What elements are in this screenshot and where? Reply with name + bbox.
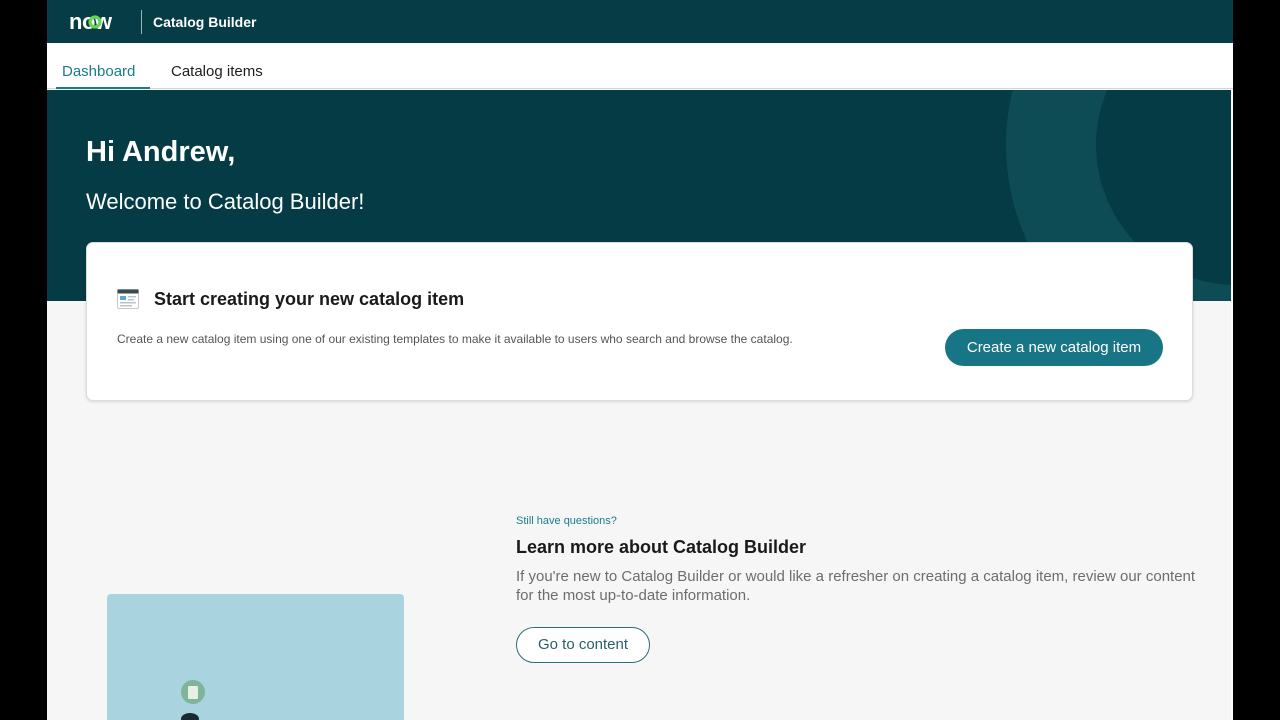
greeting-heading: Hi Andrew, xyxy=(86,136,236,168)
create-catalog-item-button[interactable]: Create a new catalog item xyxy=(945,329,1163,366)
catalog-item-icon xyxy=(117,288,139,315)
welcome-text: Welcome to Catalog Builder! xyxy=(86,189,365,214)
learn-more-description: If you're new to Catalog Builder or woul… xyxy=(516,568,1196,604)
tab-catalog-items[interactable]: Catalog items xyxy=(171,43,263,88)
top-header: now Catalog Builder xyxy=(47,0,1233,43)
questions-eyebrow: Still have questions? xyxy=(516,515,617,527)
app-title: Catalog Builder xyxy=(153,13,257,30)
learn-more-title: Learn more about Catalog Builder xyxy=(516,537,807,557)
right-edge-strip xyxy=(1231,90,1233,720)
help-illustration xyxy=(107,594,404,720)
document-badge-icon xyxy=(181,680,205,704)
create-item-card: Start creating your new catalog item Cre… xyxy=(86,242,1193,401)
now-logo-icon: now xyxy=(69,11,113,33)
tab-dashboard[interactable]: Dashboard xyxy=(55,43,151,89)
app-window: now Catalog Builder Dashboard Catalog it… xyxy=(47,0,1233,720)
header-divider xyxy=(141,9,142,34)
card-description: Create a new catalog item using one of o… xyxy=(117,332,793,346)
now-logo[interactable]: now xyxy=(69,11,129,33)
illustration-figure xyxy=(181,713,199,720)
card-title: Start creating your new catalog item xyxy=(154,289,465,309)
go-to-content-button[interactable]: Go to content xyxy=(516,627,650,663)
tab-bar: Dashboard Catalog items xyxy=(47,43,1233,89)
